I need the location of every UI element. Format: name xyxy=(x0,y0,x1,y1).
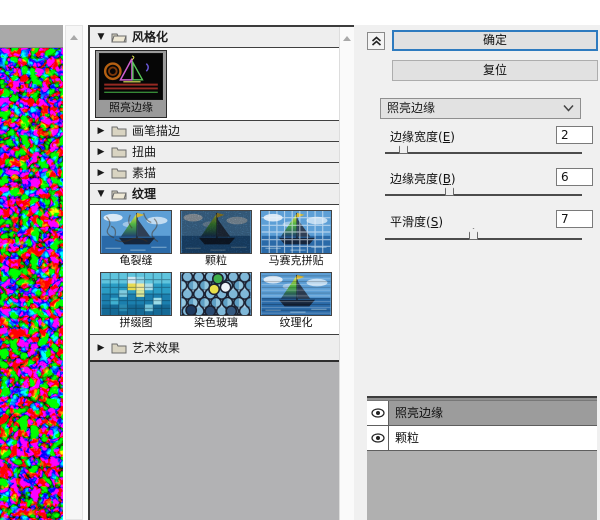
triangle-collapsed-icon: ▶ xyxy=(96,335,106,361)
category-label: 风格化 xyxy=(132,27,168,47)
triangle-expanded-icon: ▼ xyxy=(96,184,106,204)
triangle-collapsed-icon: ▶ xyxy=(96,142,106,162)
scroll-up-icon[interactable] xyxy=(343,36,351,41)
folder-open-icon xyxy=(111,188,127,200)
thumbnail-craquelure[interactable]: 龟裂缝 xyxy=(96,208,176,268)
visibility-toggle[interactable] xyxy=(367,426,389,450)
texturizer-preview xyxy=(260,272,332,316)
smoothness-slider[interactable] xyxy=(385,238,582,240)
effect-layer-grain[interactable]: 颗粒 xyxy=(367,426,597,451)
folder-closed-icon xyxy=(111,125,127,137)
smoothness-slider-thumb[interactable] xyxy=(469,228,478,240)
thumbnail-mosaic-tiles[interactable]: 马赛克拼贴 xyxy=(256,208,336,268)
effect-layer-glowing-edges[interactable]: 照亮边缘 xyxy=(367,401,597,426)
triangle-expanded-icon: ▼ xyxy=(96,27,106,47)
thumbnail-label: 龟裂缝 xyxy=(96,254,176,268)
category-label: 扭曲 xyxy=(132,142,156,162)
triangle-collapsed-icon: ▶ xyxy=(96,121,106,141)
folder-closed-icon xyxy=(111,167,127,179)
category-label: 素描 xyxy=(132,163,156,183)
filter-select-value: 照亮边缘 xyxy=(387,101,435,115)
thumbnail-label: 马赛克拼贴 xyxy=(256,254,336,268)
edge-brightness-slider[interactable] xyxy=(385,194,582,196)
edge-brightness-label: 边缘亮度(B) xyxy=(390,170,456,187)
preview-canvas-margin xyxy=(0,25,63,48)
edge-width-slider[interactable] xyxy=(385,152,582,154)
stylize-thumbnails-area: 照亮边缘 xyxy=(90,48,339,121)
smoothness-input[interactable]: 7 xyxy=(556,210,593,228)
visibility-toggle[interactable] xyxy=(367,401,389,425)
preview-scrollbar[interactable] xyxy=(65,25,83,520)
image-preview[interactable] xyxy=(0,25,63,520)
ok-button[interactable]: 确定 xyxy=(392,30,598,51)
thumbnail-label: 纹理化 xyxy=(256,316,336,330)
thumbnail-stained-glass[interactable]: 染色玻璃 xyxy=(176,270,256,330)
filter-list-scrollbar[interactable] xyxy=(339,27,354,520)
category-distort[interactable]: ▶ 扭曲 xyxy=(90,142,339,163)
triangle-collapsed-icon: ▶ xyxy=(96,163,106,183)
reset-button[interactable]: 复位 xyxy=(392,60,598,81)
effect-layers-panel: 照亮边缘 颗粒 xyxy=(367,396,597,520)
edge-width-input[interactable]: 2 xyxy=(556,126,593,144)
thumbnail-label: 照亮边缘 xyxy=(96,100,166,115)
category-brush-strokes[interactable]: ▶ 画笔描边 xyxy=(90,121,339,142)
folder-closed-icon xyxy=(111,342,127,354)
glowing-edges-preview xyxy=(99,53,163,100)
double-chevron-up-icon xyxy=(371,36,382,47)
eye-icon xyxy=(371,408,385,418)
category-label: 画笔描边 xyxy=(132,121,180,141)
grain-preview xyxy=(180,210,252,254)
category-label: 艺术效果 xyxy=(132,335,180,361)
thumbnail-grain[interactable]: 颗粒 xyxy=(176,208,256,268)
thumbnail-label: 拼缀图 xyxy=(96,316,176,330)
category-artistic[interactable]: ▶ 艺术效果 xyxy=(90,335,339,362)
thumbnail-texturizer[interactable]: 纹理化 xyxy=(256,270,336,330)
stained-glass-preview xyxy=(180,272,252,316)
craquelure-preview xyxy=(100,210,172,254)
smoothness-label: 平滑度(S) xyxy=(390,213,443,230)
collapse-panel-button[interactable] xyxy=(367,32,385,50)
category-stylize[interactable]: ▼ 风格化 xyxy=(90,27,339,48)
filter-list-filler xyxy=(90,362,339,520)
effect-layer-name: 颗粒 xyxy=(389,426,597,450)
scroll-up-icon[interactable] xyxy=(70,35,78,40)
effect-layer-name: 照亮边缘 xyxy=(389,401,597,425)
thumbnail-label: 颗粒 xyxy=(176,254,256,268)
category-texture[interactable]: ▼ 纹理 xyxy=(90,184,339,205)
eye-icon xyxy=(371,433,385,443)
edge-brightness-input[interactable]: 6 xyxy=(556,168,593,186)
top-band xyxy=(0,0,600,25)
folder-open-icon xyxy=(111,31,127,43)
filter-select-dropdown[interactable]: 照亮边缘 xyxy=(380,98,581,119)
filter-list-panel: ▼ 风格化 xyxy=(88,25,354,520)
category-sketch[interactable]: ▶ 素描 xyxy=(90,163,339,184)
thumbnail-patchwork[interactable]: 拼缀图 xyxy=(96,270,176,330)
edge-width-label: 边缘宽度(E) xyxy=(390,128,455,145)
preview-noise-image xyxy=(0,48,63,520)
settings-panel: 确定 复位 照亮边缘 边缘宽度(E) 2 边缘亮度(B) 6 平滑度(S) 7 xyxy=(354,25,600,520)
thumbnail-glowing-edges[interactable]: 照亮边缘 xyxy=(95,50,167,118)
thumbnail-label: 染色玻璃 xyxy=(176,316,256,330)
folder-closed-icon xyxy=(111,146,127,158)
mosaic-tiles-preview xyxy=(260,210,332,254)
texture-thumbnails-area: 龟裂缝 颗粒 马赛克拼贴 xyxy=(90,205,339,335)
patchwork-preview xyxy=(100,272,172,316)
chevron-down-icon xyxy=(563,104,574,112)
category-label: 纹理 xyxy=(132,184,156,204)
